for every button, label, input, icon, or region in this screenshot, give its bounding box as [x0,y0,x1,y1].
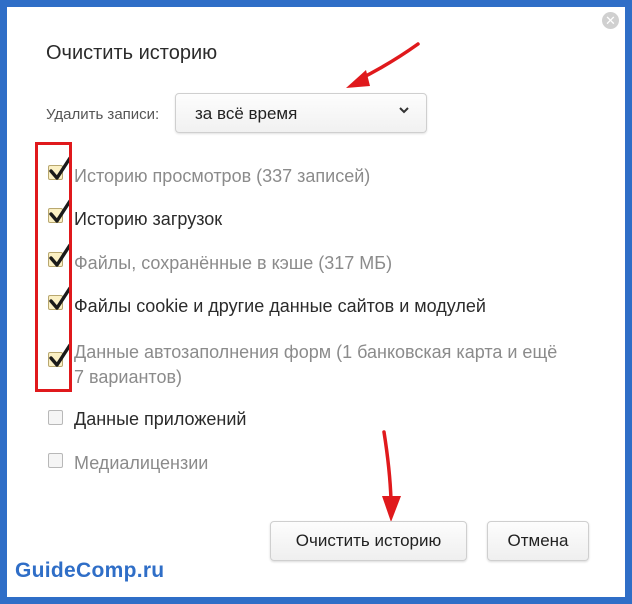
option-label-autofill-line1[interactable]: Данные автозаполнения форм (1 банковская… [74,340,557,364]
watermark: GuideComp.ru [15,559,165,582]
checkbox-app-data[interactable] [48,410,63,425]
option-label-browsing-history[interactable]: Историю просмотров (337 записей) [74,164,370,188]
option-label-cache[interactable]: Файлы, сохранённые в кэше (317 МБ) [74,251,392,275]
option-label-media-licenses[interactable]: Медиалицензии [74,451,208,475]
chevron-down-icon [399,107,409,114]
period-selected-value: за всё время [195,104,298,123]
period-label: Удалить записи: [46,106,160,123]
option-label-app-data[interactable]: Данные приложений [74,407,246,431]
option-label-cookies[interactable]: Файлы cookie и другие данные сайтов и мо… [74,294,486,318]
option-label-download-history[interactable]: Историю загрузок [74,207,222,231]
clear-history-button[interactable]: Очистить историю [270,521,467,561]
annotation-arrow-icon [382,430,401,522]
close-icon[interactable]: ✕ [602,12,619,29]
option-label-autofill-line2[interactable]: 7 вариантов) [74,365,182,389]
annotation-arrow-icon [346,42,420,88]
annotation-highlight-box [35,142,72,392]
period-select[interactable]: за всё время [175,93,427,133]
cancel-button[interactable]: Отмена [487,521,589,561]
checkbox-media-licenses[interactable] [48,453,63,468]
dialog-title: Очистить историю [46,42,218,64]
